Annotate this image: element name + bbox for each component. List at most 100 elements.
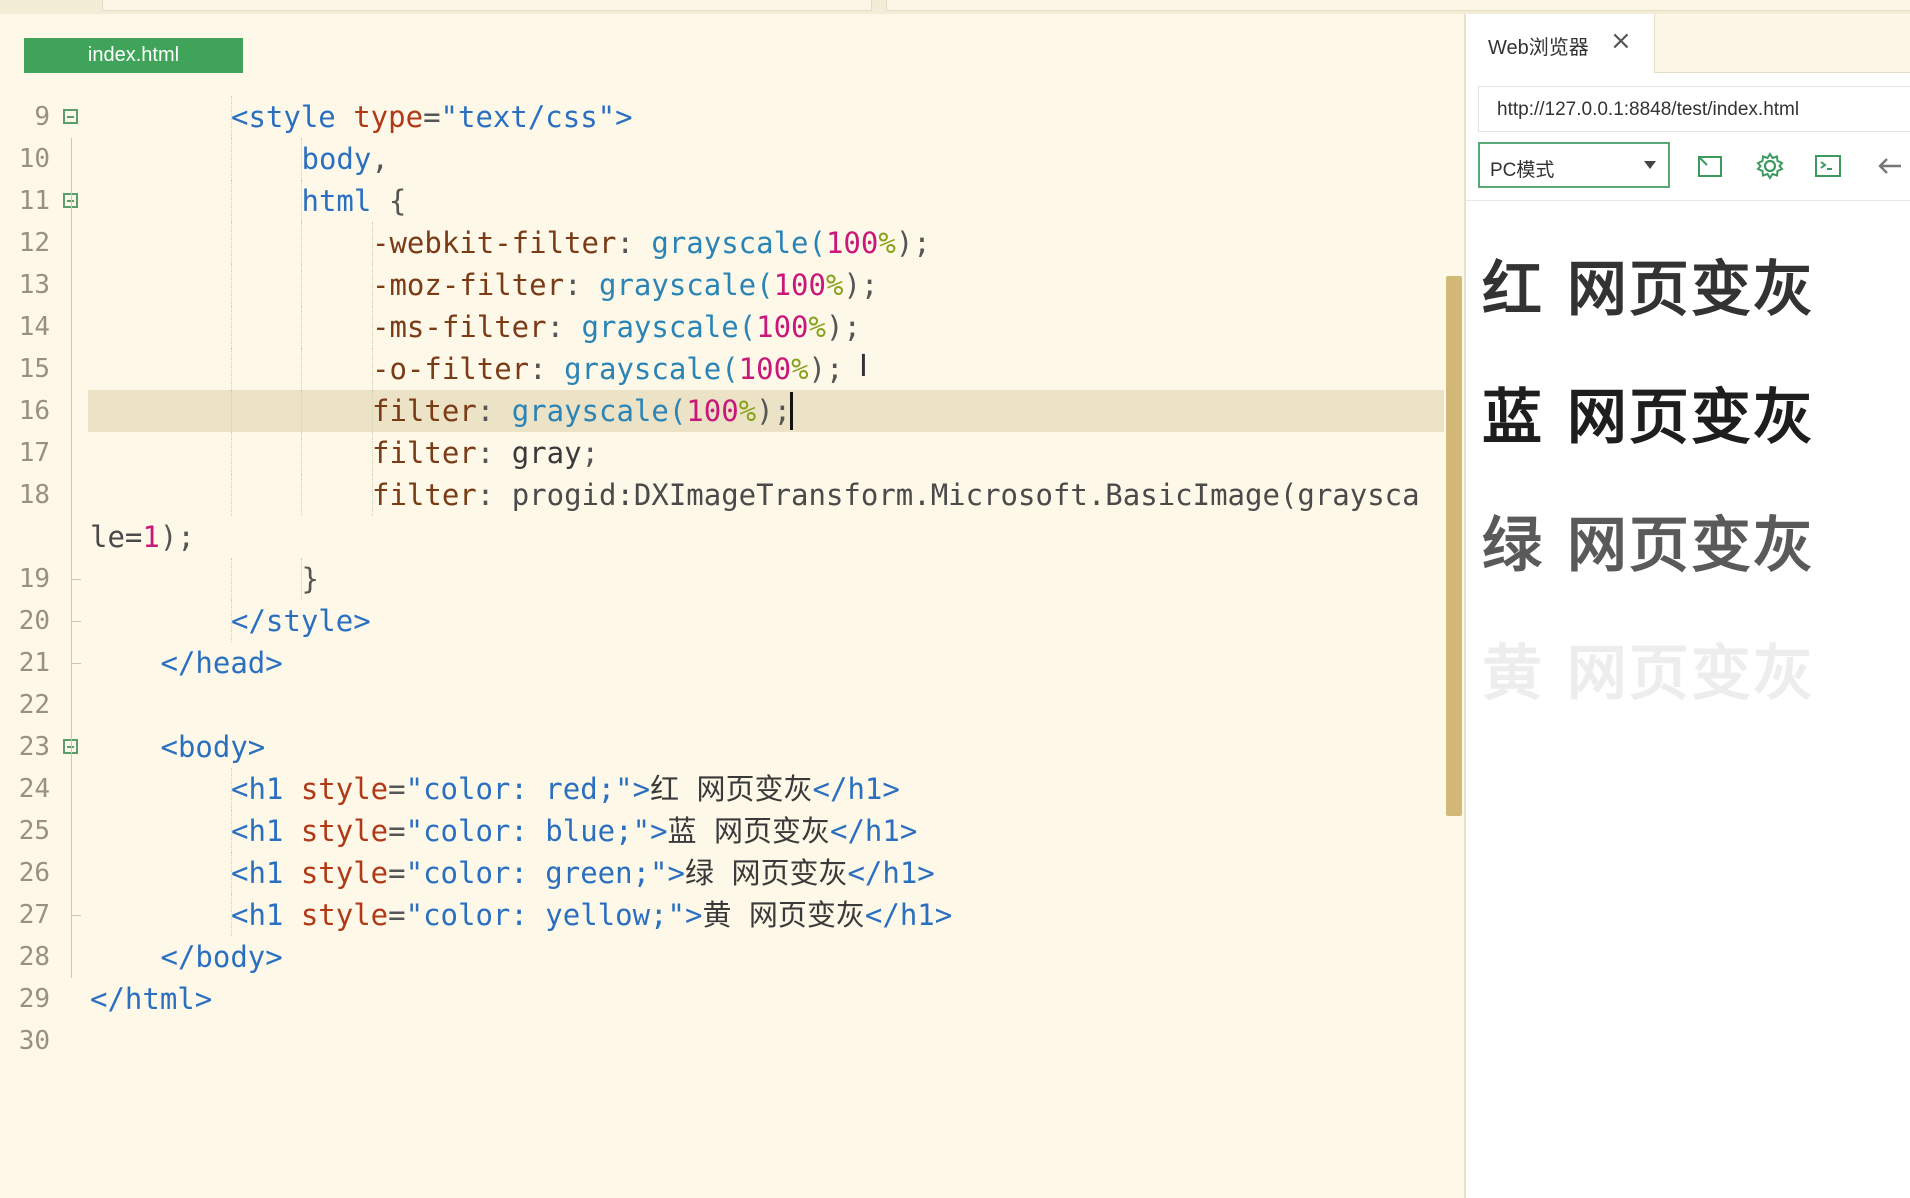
code-line[interactable]: 19} [0, 558, 1448, 600]
code-token: "color: blue;" [405, 814, 651, 848]
code-line[interactable]: 14 -ms-filter: grayscale(100%); [0, 306, 1448, 348]
top-strip [0, 0, 1910, 14]
indent-guide [230, 558, 232, 600]
fold-toggle-icon[interactable] [63, 109, 78, 124]
indent-guide [230, 852, 232, 894]
code-line[interactable]: 22 [0, 684, 1448, 726]
code-line[interactable]: 25 <h1 style="color: blue;">蓝 网页变灰</h1> [0, 810, 1448, 852]
line-number: 29 [18, 984, 50, 1014]
mode-select[interactable]: PC模式 [1478, 142, 1670, 188]
code-line[interactable]: 15 -o-filter: grayscale(100%); [0, 348, 1448, 390]
code-line[interactable]: 16 filter: grayscale(100%); [0, 390, 1448, 432]
panel-tabbar: Web浏览器 × [1466, 14, 1910, 73]
code-token: % [808, 310, 826, 344]
indent-guide [301, 306, 302, 348]
code-line[interactable]: 11 html { [0, 180, 1448, 222]
code-token: gray [511, 436, 582, 470]
code-token: filter [372, 478, 477, 512]
code-line[interactable]: 24 <h1 style="color: red;">红 网页变灰</h1> [0, 768, 1448, 810]
code-token: ); [159, 520, 195, 554]
code-token: -webkit-filter [372, 226, 617, 260]
line-number: 26 [18, 858, 50, 888]
code-token: "color: red;" [405, 772, 633, 806]
line-number: 13 [18, 270, 50, 300]
code-line[interactable]: 17 filter: gray; [0, 432, 1448, 474]
code-line[interactable]: 28 </body> [0, 936, 1448, 978]
code-text: filter: grayscale(100%); [372, 390, 791, 432]
fold-end-tick [71, 915, 81, 916]
line-number: 21 [18, 648, 50, 678]
code-token: progid:DXImageTransform.Microsoft.BasicI… [511, 478, 1420, 512]
code-text: -ms-filter: grayscale(100%); [372, 306, 861, 348]
external-window-icon[interactable] [1694, 150, 1726, 182]
file-tab-index[interactable]: index.html [24, 38, 243, 73]
top-strip-segment [886, 0, 1910, 11]
code-line[interactable]: 26 <h1 style="color: green;">绿 网页变灰</h1> [0, 852, 1448, 894]
gear-icon[interactable] [1754, 150, 1786, 182]
code-text: } [302, 558, 319, 600]
code-text: <h1 style="color: yellow;">黄 网页变灰</h1> [231, 894, 952, 936]
indent-guide [301, 348, 302, 390]
back-arrow-icon[interactable] [1874, 150, 1906, 182]
terminal-icon[interactable] [1812, 150, 1844, 182]
mouse-ibeam-cursor: I [859, 349, 868, 384]
code-line[interactable]: 12 -webkit-filter: grayscale(100%); [0, 222, 1448, 264]
preview-heading: 红 网页变灰 [1482, 255, 1815, 325]
code-line[interactable]: 10 body, [0, 138, 1448, 180]
code-token: 黄 网页变灰 [702, 898, 865, 932]
code-token: -moz-filter [372, 268, 565, 302]
close-icon[interactable]: × [1610, 26, 1632, 56]
code-token: <h1 [231, 814, 301, 848]
code-token: = [423, 100, 441, 134]
toolbar-divider [1466, 200, 1910, 201]
code-text: html { [302, 180, 407, 222]
code-line[interactable]: 29 </html> [0, 978, 1448, 1020]
line-number: 12 [18, 228, 50, 258]
code-text: <style type="text/css"> [231, 96, 633, 138]
line-number: 25 [18, 816, 50, 846]
code-line[interactable]: 20 </style> [0, 600, 1448, 642]
indent-guide [371, 222, 373, 264]
code-token: ); [808, 352, 844, 386]
code-token: <body> [160, 730, 266, 764]
code-line[interactable]: 27 <h1 style="color: yellow;">黄 网页变灰</h1> [0, 894, 1448, 936]
code-line[interactable]: 21 </head> [0, 642, 1448, 684]
code-text: -moz-filter: grayscale(100%); [372, 264, 878, 306]
code-line[interactable]: 13 -moz-filter: grayscale(100%); [0, 264, 1448, 306]
code-token: grayscale( [581, 310, 757, 344]
code-token: "color: green;" [405, 856, 668, 890]
code-line[interactable]: le=1); [0, 516, 1448, 558]
url-input[interactable]: http://127.0.0.1:8848/test/index.html [1478, 86, 1910, 132]
code-text: body, [302, 138, 389, 180]
indent-guide [301, 264, 302, 306]
code-token: -o-filter [372, 352, 530, 386]
code-token: : [476, 436, 512, 470]
editor-scrollbar-thumb[interactable] [1446, 276, 1462, 816]
code-editor[interactable]: index.html 9 <style type="text/css"> 10 bod… [0, 14, 1464, 1198]
code-line[interactable]: 18 filter: progid:DXImageTransform.Micros… [0, 474, 1448, 516]
code-line[interactable]: 30 [0, 1020, 1448, 1062]
code-token: style [300, 856, 389, 890]
code-line[interactable]: 23 <body> [0, 726, 1448, 768]
code-line[interactable]: 9 <style type="text/css"> [0, 96, 1448, 138]
code-token: <h1 [231, 856, 301, 890]
code-text: </head> [161, 642, 283, 684]
code-token: % [878, 226, 896, 260]
code-text: <h1 style="color: green;">绿 网页变灰</h1> [231, 852, 935, 894]
code-token: ); [843, 268, 879, 302]
line-number: 14 [18, 312, 50, 342]
line-number: 9 [34, 102, 50, 132]
code-token: = [388, 898, 406, 932]
indent-guide [371, 474, 373, 516]
code-token: -ms-filter [372, 310, 547, 344]
code-token: , [371, 142, 389, 176]
code-token: % [791, 352, 809, 386]
code-token: style [300, 814, 389, 848]
tab-web-browser[interactable]: Web浏览器 × [1466, 14, 1655, 73]
line-number: 17 [18, 438, 50, 468]
code-token: = [388, 856, 406, 890]
code-token: body [301, 142, 372, 176]
code-token: 1 [142, 520, 160, 554]
tab-web-browser-label: Web浏览器 [1488, 37, 1589, 59]
indent-guide [371, 264, 373, 306]
